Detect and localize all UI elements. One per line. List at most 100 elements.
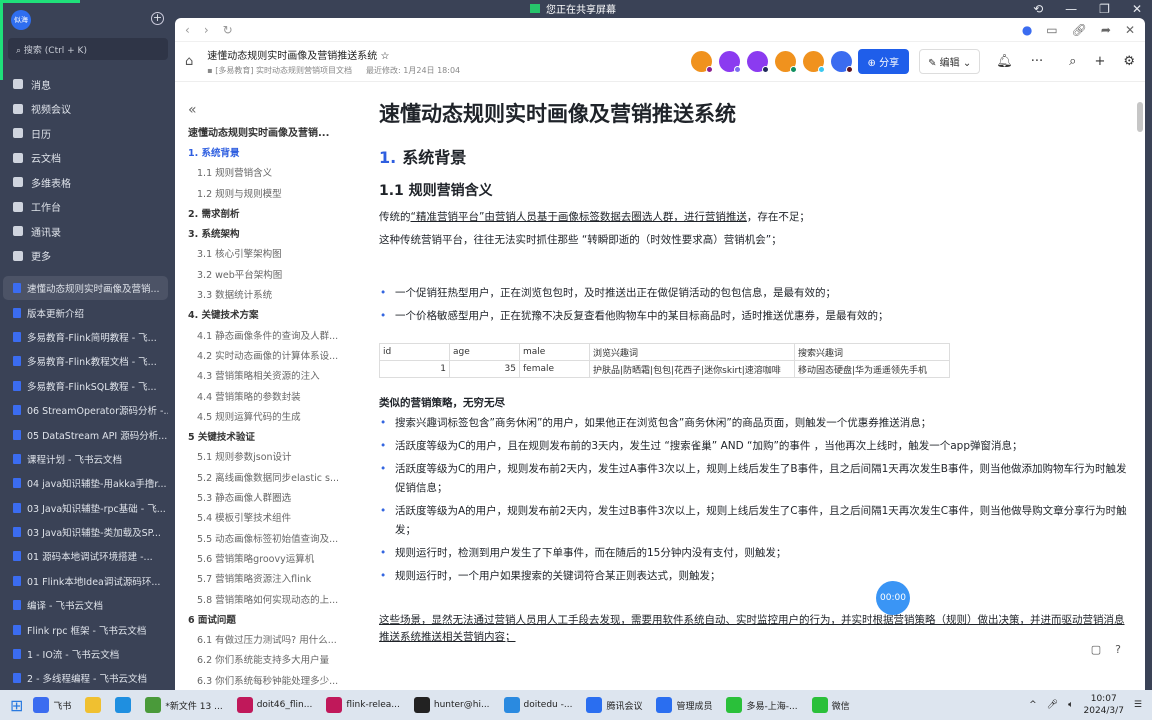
doc-list-item[interactable]: 01 源码本地调试环境搭建 -...	[3, 544, 168, 568]
doc-list-item[interactable]: 课程计划 - 飞书云文档	[3, 447, 168, 471]
sidebar-item-1[interactable]: 视频会议	[3, 97, 168, 122]
sidebar-item-0[interactable]: 消息	[3, 72, 168, 97]
share-button[interactable]: ⊕ 分享	[857, 49, 910, 74]
doc-list-item[interactable]: 多易教育-Flink教程文档 - 飞...	[3, 349, 168, 373]
forward-share-icon[interactable]: ➦	[1101, 23, 1111, 37]
history-icon[interactable]: ⟲	[1033, 2, 1043, 16]
taskbar-app[interactable]	[111, 692, 135, 718]
home-icon[interactable]: ⌂	[185, 54, 193, 69]
minimize-button[interactable]: —	[1065, 2, 1077, 16]
outline-title[interactable]: 速懂动态规则实时画像及营销...	[188, 124, 345, 144]
outline-item[interactable]: 1.2 规则与规则模型	[188, 185, 340, 205]
taskbar-app[interactable]: flink-relea...	[322, 692, 404, 718]
outline-item[interactable]: 3.2 web平台架构图	[188, 266, 340, 286]
sidebar-item-6[interactable]: 通讯录	[3, 219, 168, 244]
doc-list-item[interactable]: 01 Flink本地Idea调试源码环...	[3, 569, 168, 593]
taskbar-app[interactable]: *新文件 13 ...	[141, 692, 226, 718]
comment-icon[interactable]: ▢	[1091, 643, 1101, 656]
outline-item[interactable]: 3.1 核心引擎架构图	[188, 245, 340, 265]
search-input[interactable]: ⌕ 搜索 (Ctrl + K)	[8, 38, 168, 60]
outline-item[interactable]: 5.2 离线画像数据同步elastic s...	[188, 469, 340, 489]
mic-icon[interactable]: 🎤︎	[1047, 700, 1058, 710]
outline-item[interactable]: 5.7 营销策略资源注入flink	[188, 570, 340, 590]
collaborator-avatar[interactable]	[830, 51, 853, 73]
collaborator-avatar[interactable]	[746, 51, 769, 73]
doc-list-item[interactable]: 多易教育-FlinkSQL教程 - 飞...	[3, 374, 168, 398]
sidebar-item-7[interactable]: 更多	[3, 244, 168, 269]
clock[interactable]: 10:07 2024/3/7	[1084, 693, 1124, 717]
start-icon[interactable]: ⊞	[10, 696, 23, 715]
link-icon[interactable]: 🔗︎	[1072, 23, 1087, 37]
doc-list-item[interactable]: 04 java知识辅垫-用akka手撸r...	[3, 471, 168, 495]
taskbar-app[interactable]: 微信	[808, 692, 854, 718]
taskbar-app[interactable]: hunter@hi...	[410, 692, 494, 718]
doc-list-item[interactable]: 速懂动态规则实时画像及营销...	[3, 276, 168, 301]
more-icon[interactable]: ···	[1031, 54, 1043, 69]
help-icon[interactable]: ?	[1115, 643, 1121, 656]
back-icon[interactable]: ‹	[185, 23, 190, 37]
outline-item[interactable]: 5.1 规则参数json设计	[188, 448, 340, 468]
edit-button[interactable]: ✎ 编辑 ⌄	[919, 49, 981, 74]
outline-item[interactable]: 6.1 有做过压力测试吗? 用什么...	[188, 631, 340, 651]
outline-item[interactable]: 6 面试问题	[188, 611, 340, 631]
outline-item[interactable]: 4.2 实时动态画像的计算体系设...	[188, 347, 340, 367]
doc-list-item[interactable]: 1 - IO流 - 飞书云文档	[3, 642, 168, 666]
doc-list-item[interactable]: 2 - 多线程编程 - 飞书云文档	[3, 666, 168, 690]
outline-item[interactable]: 4.3 营销策略相关资源的注入	[188, 367, 340, 387]
gear-icon[interactable]: ⚙	[1123, 54, 1135, 69]
close-tab-icon[interactable]: ✕	[1125, 23, 1135, 37]
bell-icon[interactable]: 🔔︎	[996, 54, 1013, 69]
sidebar-item-4[interactable]: 多维表格	[3, 170, 168, 195]
taskbar-app[interactable]	[81, 692, 105, 718]
taskbar-app[interactable]: 飞书	[29, 692, 75, 718]
volume-icon[interactable]: 🔈︎	[1068, 700, 1073, 710]
close-button[interactable]: ✕	[1132, 2, 1142, 16]
doc-list-item[interactable]: 03 Java知识辅垫-类加载及SP...	[3, 520, 168, 544]
user-avatar[interactable]: 似海	[11, 10, 31, 30]
doc-list-item[interactable]: Flink rpc 框架 - 飞书云文档	[3, 617, 168, 641]
collaborator-avatar[interactable]	[690, 51, 713, 73]
ai-icon[interactable]: ●	[1022, 23, 1032, 37]
outline-item[interactable]: 5.6 营销策略groovy运算机	[188, 550, 340, 570]
collapse-outline-icon[interactable]: «	[188, 102, 345, 124]
window-icon[interactable]: ▭	[1046, 23, 1057, 37]
chevron-up-icon[interactable]: ^	[1029, 700, 1037, 710]
forward-icon[interactable]: ›	[204, 23, 209, 37]
collaborator-avatar[interactable]	[718, 51, 741, 73]
sidebar-item-3[interactable]: 云文档	[3, 146, 168, 171]
taskbar-app[interactable]: 多易-上海-...	[722, 692, 801, 718]
sidebar-item-5[interactable]: 工作台	[3, 195, 168, 220]
plus-icon[interactable]: +	[1094, 54, 1105, 69]
outline-item[interactable]: 3.3 数据统计系统	[188, 286, 340, 306]
outline-item[interactable]: 3. 系统架构	[188, 225, 340, 245]
outline-item[interactable]: 2. 需求剖析	[188, 205, 340, 225]
doc-list-item[interactable]: 03 Java知识辅垫-rpc基础 - 飞...	[3, 496, 168, 520]
scrollbar[interactable]	[1137, 102, 1143, 132]
doc-list-item[interactable]: 多易教育-Flink简明教程 - 飞...	[3, 325, 168, 349]
outline-item[interactable]: 1. 系统背景	[188, 144, 340, 164]
recording-timer[interactable]: 00:00	[876, 581, 910, 615]
star-icon[interactable]: ☆	[380, 51, 389, 62]
outline-item[interactable]: 5.5 动态画像标签初始值查询及...	[188, 530, 340, 550]
add-icon[interactable]: +	[151, 12, 164, 25]
taskbar-app[interactable]: 管理成员	[652, 692, 716, 718]
outline-item[interactable]: 6.3 你们系统每秒钟能处理多少...	[188, 672, 340, 690]
notification-icon[interactable]: ☰	[1134, 700, 1142, 710]
sidebar-item-2[interactable]: 日历	[3, 121, 168, 146]
maximize-button[interactable]: ❐	[1099, 2, 1110, 16]
outline-item[interactable]: 4.5 规则运算代码的生成	[188, 408, 340, 428]
folder-breadcrumb[interactable]: ▪ [多易教育] 实时动态规则营销项目文档	[207, 65, 352, 76]
taskbar-app[interactable]: doitedu -...	[500, 692, 577, 718]
outline-item[interactable]: 5.4 模板引擎技术组件	[188, 509, 340, 529]
taskbar-app[interactable]: 腾讯会议	[582, 692, 646, 718]
outline-item[interactable]: 5.3 静态画像人群圈选	[188, 489, 340, 509]
outline-item[interactable]: 4.1 静态画像条件的查询及人群...	[188, 327, 340, 347]
refresh-icon[interactable]: ↻	[223, 23, 233, 37]
search-icon[interactable]: ⌕	[1069, 54, 1076, 69]
outline-item[interactable]: 1.1 规则营销含义	[188, 164, 340, 184]
doc-list-item[interactable]: 版本更新介绍	[3, 300, 168, 324]
outline-item[interactable]: 4. 关键技术方案	[188, 306, 340, 326]
outline-item[interactable]: 5 关键技术验证	[188, 428, 340, 448]
outline-item[interactable]: 4.4 营销策略的参数封装	[188, 388, 340, 408]
doc-list-item[interactable]: 06 StreamOperator源码分析 -...	[3, 398, 168, 422]
